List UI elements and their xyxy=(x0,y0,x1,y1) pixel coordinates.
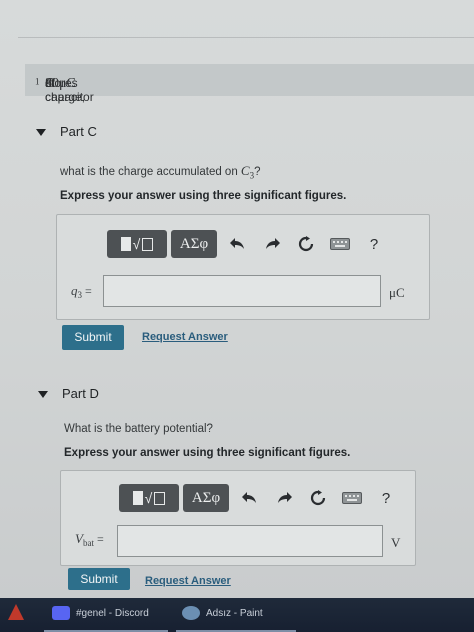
part-d-title: Part D xyxy=(62,386,99,401)
reset-icon[interactable] xyxy=(301,484,335,512)
part-c-submit-button[interactable]: Submit xyxy=(62,325,124,350)
templates-icon[interactable]: √ xyxy=(107,230,167,258)
vbat-var: V xyxy=(75,531,83,546)
paint-icon xyxy=(182,606,200,620)
intro-cap-sub: 1 xyxy=(35,76,40,87)
reset-icon[interactable] xyxy=(289,230,323,258)
redo-icon[interactable] xyxy=(255,230,289,258)
part-c-question-symbol: C xyxy=(240,163,250,178)
part-d-toolbar: √ ΑΣφ ? xyxy=(119,483,403,513)
browser-page: If capacitor C1 stores 80μC of charge, P… xyxy=(0,0,474,598)
part-d-answer-box: √ ΑΣφ ? Vbat = V xyxy=(60,470,416,566)
vbat-answer-input[interactable] xyxy=(117,525,383,557)
part-c-title: Part C xyxy=(60,124,97,139)
problem-intro: If capacitor C1 stores 80μC of charge, xyxy=(25,64,474,104)
collapse-caret-icon[interactable] xyxy=(38,391,48,398)
start-icon[interactable] xyxy=(8,604,24,620)
taskbar-label-discord: #genel - Discord xyxy=(76,607,149,619)
intro-suffix: of charge, xyxy=(45,76,86,104)
discord-icon xyxy=(52,606,70,620)
part-d-instruction: Express your answer using three signific… xyxy=(64,447,351,459)
templates-icon[interactable]: √ xyxy=(119,484,179,512)
redo-icon[interactable] xyxy=(267,484,301,512)
part-c-question-prefix: what is the charge accumulated on xyxy=(60,166,241,178)
windows-taskbar: #genel - Discord Adsız - Paint xyxy=(0,598,474,632)
collapse-caret-icon[interactable] xyxy=(36,129,46,136)
vbat-sub: bat xyxy=(82,538,94,548)
q3-unit: μC xyxy=(389,285,405,300)
part-c-answer-box: √ ΑΣφ ? q3 = μC xyxy=(56,214,430,320)
part-c-header[interactable]: Part C xyxy=(36,124,236,144)
part-c-instruction: Express your answer using three signific… xyxy=(60,190,347,202)
part-c-question-suffix: ? xyxy=(254,166,261,178)
undo-icon[interactable] xyxy=(221,230,255,258)
vbat-equals: = xyxy=(96,532,104,546)
part-d-request-answer-link[interactable]: Request Answer xyxy=(145,575,231,587)
divider xyxy=(18,37,474,38)
vbat-unit: V xyxy=(391,535,401,550)
q3-answer-input[interactable] xyxy=(103,275,381,307)
keyboard-icon[interactable] xyxy=(323,230,357,258)
part-c-toolbar: √ ΑΣφ ? xyxy=(107,229,391,259)
part-c-request-answer-link[interactable]: Request Answer xyxy=(142,331,228,343)
taskbar-label-paint: Adsız - Paint xyxy=(206,607,263,619)
part-d-submit-button[interactable]: Submit xyxy=(68,568,130,590)
taskbar-item-discord[interactable]: #genel - Discord xyxy=(52,598,149,628)
help-icon[interactable]: ? xyxy=(357,230,391,258)
q3-sub: 3 xyxy=(77,290,83,300)
q3-equals: = xyxy=(85,284,92,298)
help-icon[interactable]: ? xyxy=(369,484,403,512)
greek-letters-button[interactable]: ΑΣφ xyxy=(171,230,217,258)
keyboard-icon[interactable] xyxy=(335,484,369,512)
q3-label: q3 = xyxy=(71,283,92,300)
undo-icon[interactable] xyxy=(233,484,267,512)
part-d-header[interactable]: Part D xyxy=(38,386,238,406)
taskbar-item-paint[interactable]: Adsız - Paint xyxy=(182,598,263,628)
part-d-question: What is the battery potential? xyxy=(64,423,213,435)
greek-letters-button[interactable]: ΑΣφ xyxy=(183,484,229,512)
vbat-label: Vbat = xyxy=(75,531,104,548)
part-c-question: what is the charge accumulated on C3? xyxy=(60,163,261,180)
